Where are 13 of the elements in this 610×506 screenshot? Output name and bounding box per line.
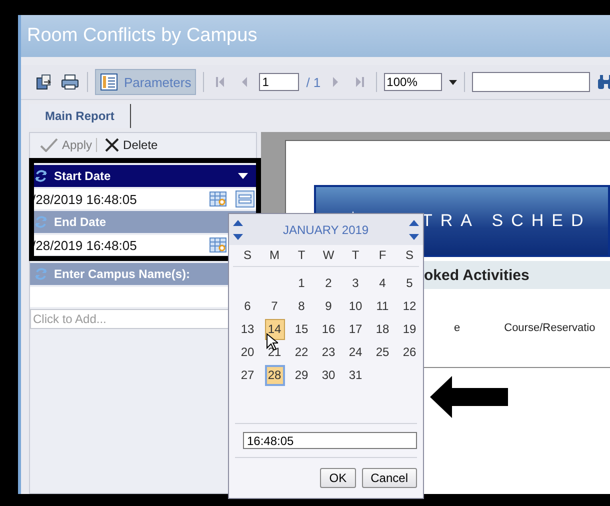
column-heading: e: [454, 322, 460, 334]
banner-title: TRA SCHED: [422, 211, 592, 231]
weekday-label: T: [352, 248, 360, 262]
column-heading: Course/Reservatio: [504, 322, 596, 334]
weekday-label: T: [298, 248, 306, 262]
weekday-label: W: [322, 248, 334, 262]
section-title: oked Activities: [424, 266, 530, 284]
page-total: / 1: [306, 74, 321, 90]
weekday-label: F: [378, 248, 386, 262]
weekday-label: M: [270, 248, 280, 262]
month-title: JANUARY 2019: [283, 222, 369, 237]
window-title: Room Conflicts by Campus: [27, 25, 258, 47]
weekday-label: S: [405, 248, 414, 262]
